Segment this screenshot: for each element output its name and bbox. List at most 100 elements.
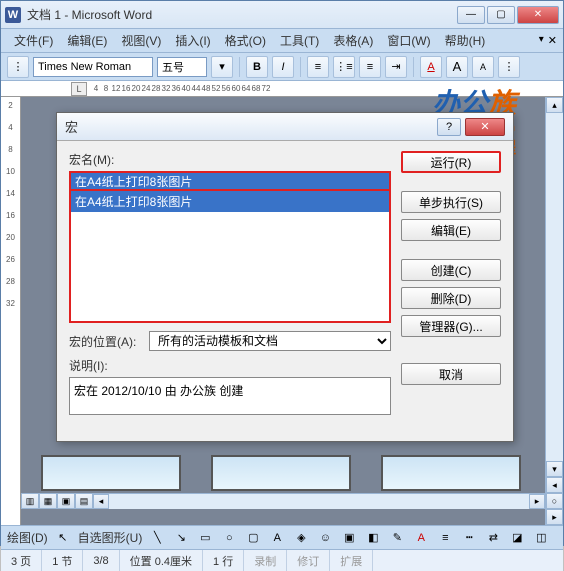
font-size-dropdown-icon[interactable]: ▾ — [211, 56, 233, 78]
outline-view-icon[interactable]: ▤ — [75, 493, 93, 509]
font-shrink-icon[interactable]: A — [472, 56, 494, 78]
scroll-down-icon[interactable]: ▾ — [546, 461, 563, 477]
menu-table[interactable]: 表格(A) — [326, 29, 380, 52]
close-button[interactable]: ✕ — [517, 6, 559, 24]
edit-button[interactable]: 编辑(E) — [401, 219, 501, 241]
indent-icon[interactable]: ⇥ — [385, 56, 407, 78]
menu-insert[interactable]: 插入(I) — [168, 29, 217, 52]
scroll-track[interactable] — [109, 494, 529, 509]
scroll-left-icon[interactable]: ◂ — [93, 494, 109, 509]
macro-description[interactable]: 宏在 2012/10/10 由 办公族 创建 — [69, 377, 391, 415]
scroll-up-icon[interactable]: ▴ — [546, 97, 563, 113]
delete-button[interactable]: 删除(D) — [401, 287, 501, 309]
menu-view[interactable]: 视图(V) — [114, 29, 168, 52]
toolbar-handle-icon[interactable]: ⋮ — [7, 56, 29, 78]
toolbar-more-icon[interactable]: ⋮ — [498, 56, 520, 78]
tab-selector-icon[interactable]: L — [71, 82, 87, 96]
menu-edit[interactable]: 编辑(E) — [60, 29, 114, 52]
vertical-ruler[interactable]: 2 4 8 10 14 16 20 26 28 32 — [1, 97, 21, 525]
status-pageof: 3/8 — [83, 550, 119, 571]
status-record[interactable]: 录制 — [244, 550, 287, 571]
horizontal-scrollbar[interactable]: ◂ ▸ — [93, 493, 545, 509]
align-justify-icon[interactable]: ≡ — [307, 56, 329, 78]
number-list-icon[interactable]: ≡ — [359, 56, 381, 78]
italic-button[interactable]: I — [272, 56, 294, 78]
maximize-button[interactable]: ▢ — [487, 6, 515, 24]
oval-icon[interactable]: ○ — [220, 529, 238, 547]
print-view-icon[interactable]: ▣ — [57, 493, 75, 509]
ruler-mark: 28 — [151, 84, 161, 93]
line-icon[interactable]: ╲ — [148, 529, 166, 547]
dialog-help-button[interactable]: ? — [437, 118, 461, 136]
menu-format[interactable]: 格式(O) — [218, 29, 273, 52]
next-page-icon[interactable]: ▸ — [546, 509, 563, 525]
arrow-style-icon[interactable]: ⇄ — [484, 529, 502, 547]
select-arrow-icon[interactable]: ↖ — [54, 529, 72, 547]
prev-page-icon[interactable]: ◂ — [546, 477, 563, 493]
dash-style-icon[interactable]: ┅ — [460, 529, 478, 547]
macro-location-select[interactable]: 所有的活动模板和文档 — [149, 331, 391, 351]
macro-list[interactable]: 在A4纸上打印8张图片 — [69, 189, 391, 323]
ruler-mark: 28 — [6, 277, 15, 299]
scroll-right-icon[interactable]: ▸ — [529, 494, 545, 509]
menu-file[interactable]: 文件(F) — [7, 29, 60, 52]
cancel-button[interactable]: 取消 — [401, 363, 501, 385]
create-button[interactable]: 创建(C) — [401, 259, 501, 281]
view-buttons: ▥ ▦ ▣ ▤ — [21, 493, 93, 509]
font-color-icon[interactable]: A — [412, 529, 430, 547]
window-close-icon[interactable]: ✕ — [548, 34, 557, 47]
run-button[interactable]: 运行(R) — [401, 151, 501, 173]
ruler-mark: 24 — [141, 84, 151, 93]
vertical-scrollbar[interactable]: ▴ ▾ ◂ ○ ▸ — [545, 97, 563, 525]
drawing-toolbar: 绘图(D) ↖ 自选图形(U) ╲ ↘ ▭ ○ ▢ A ◈ ☺ ▣ ◧ ✎ A … — [1, 525, 563, 549]
macro-location-label: 宏的位置(A): — [69, 333, 141, 350]
line-style-icon[interactable]: ≡ — [436, 529, 454, 547]
dialog-close-button[interactable]: ✕ — [465, 118, 505, 136]
minimize-button[interactable]: — — [457, 6, 485, 24]
picture-icon[interactable]: ▣ — [340, 529, 358, 547]
step-button[interactable]: 单步执行(S) — [401, 191, 501, 213]
3d-icon[interactable]: ◫ — [532, 529, 550, 547]
rectangle-icon[interactable]: ▭ — [196, 529, 214, 547]
font-grow-icon[interactable]: A — [446, 56, 468, 78]
ruler-mark: 40 — [181, 84, 191, 93]
bold-button[interactable]: B — [246, 56, 268, 78]
ruler-mark: 12 — [111, 84, 121, 93]
separator — [239, 57, 240, 77]
ruler-mark: 32 — [161, 84, 171, 93]
dialog-titlebar: 宏 ? ✕ — [57, 113, 513, 141]
arrow-icon[interactable]: ↘ — [172, 529, 190, 547]
browse-object-icon[interactable]: ○ — [546, 493, 563, 509]
font-size-input[interactable] — [157, 57, 207, 77]
scroll-track[interactable] — [546, 113, 563, 461]
status-revise[interactable]: 修订 — [287, 550, 330, 571]
macro-name-input[interactable] — [69, 171, 391, 191]
ruler-mark: 56 — [221, 84, 231, 93]
menu-help[interactable]: 帮助(H) — [438, 29, 493, 52]
ruler-mark: 20 — [6, 233, 15, 255]
horizontal-ruler[interactable]: L 4 8 12 16 20 24 28 32 36 40 44 48 52 5… — [1, 81, 563, 97]
font-name-input[interactable] — [33, 57, 153, 77]
ruler-mark: 64 — [241, 84, 251, 93]
separator — [413, 57, 414, 77]
font-color-button[interactable]: A — [420, 56, 442, 78]
clipart-icon[interactable]: ☺ — [316, 529, 334, 547]
web-view-icon[interactable]: ▦ — [39, 493, 57, 509]
diagram-icon[interactable]: ◈ — [292, 529, 310, 547]
normal-view-icon[interactable]: ▥ — [21, 493, 39, 509]
organizer-button[interactable]: 管理器(G)... — [401, 315, 501, 337]
ruler-mark: 10 — [6, 167, 15, 189]
macro-list-item[interactable]: 在A4纸上打印8张图片 — [71, 191, 389, 212]
wordart-icon[interactable]: A — [268, 529, 286, 547]
shadow-icon[interactable]: ◪ — [508, 529, 526, 547]
status-extend[interactable]: 扩展 — [330, 550, 373, 571]
autoshape-menu[interactable]: 自选图形(U) — [78, 529, 143, 546]
line-color-icon[interactable]: ✎ — [388, 529, 406, 547]
bullet-list-icon[interactable]: ⋮≡ — [333, 56, 355, 78]
fill-color-icon[interactable]: ◧ — [364, 529, 382, 547]
menu-tools[interactable]: 工具(T) — [273, 29, 326, 52]
menu-window[interactable]: 窗口(W) — [380, 29, 437, 52]
help-dropdown-icon[interactable]: ▾ — [539, 34, 544, 47]
textbox-icon[interactable]: ▢ — [244, 529, 262, 547]
draw-menu[interactable]: 绘图(D) — [7, 529, 48, 546]
